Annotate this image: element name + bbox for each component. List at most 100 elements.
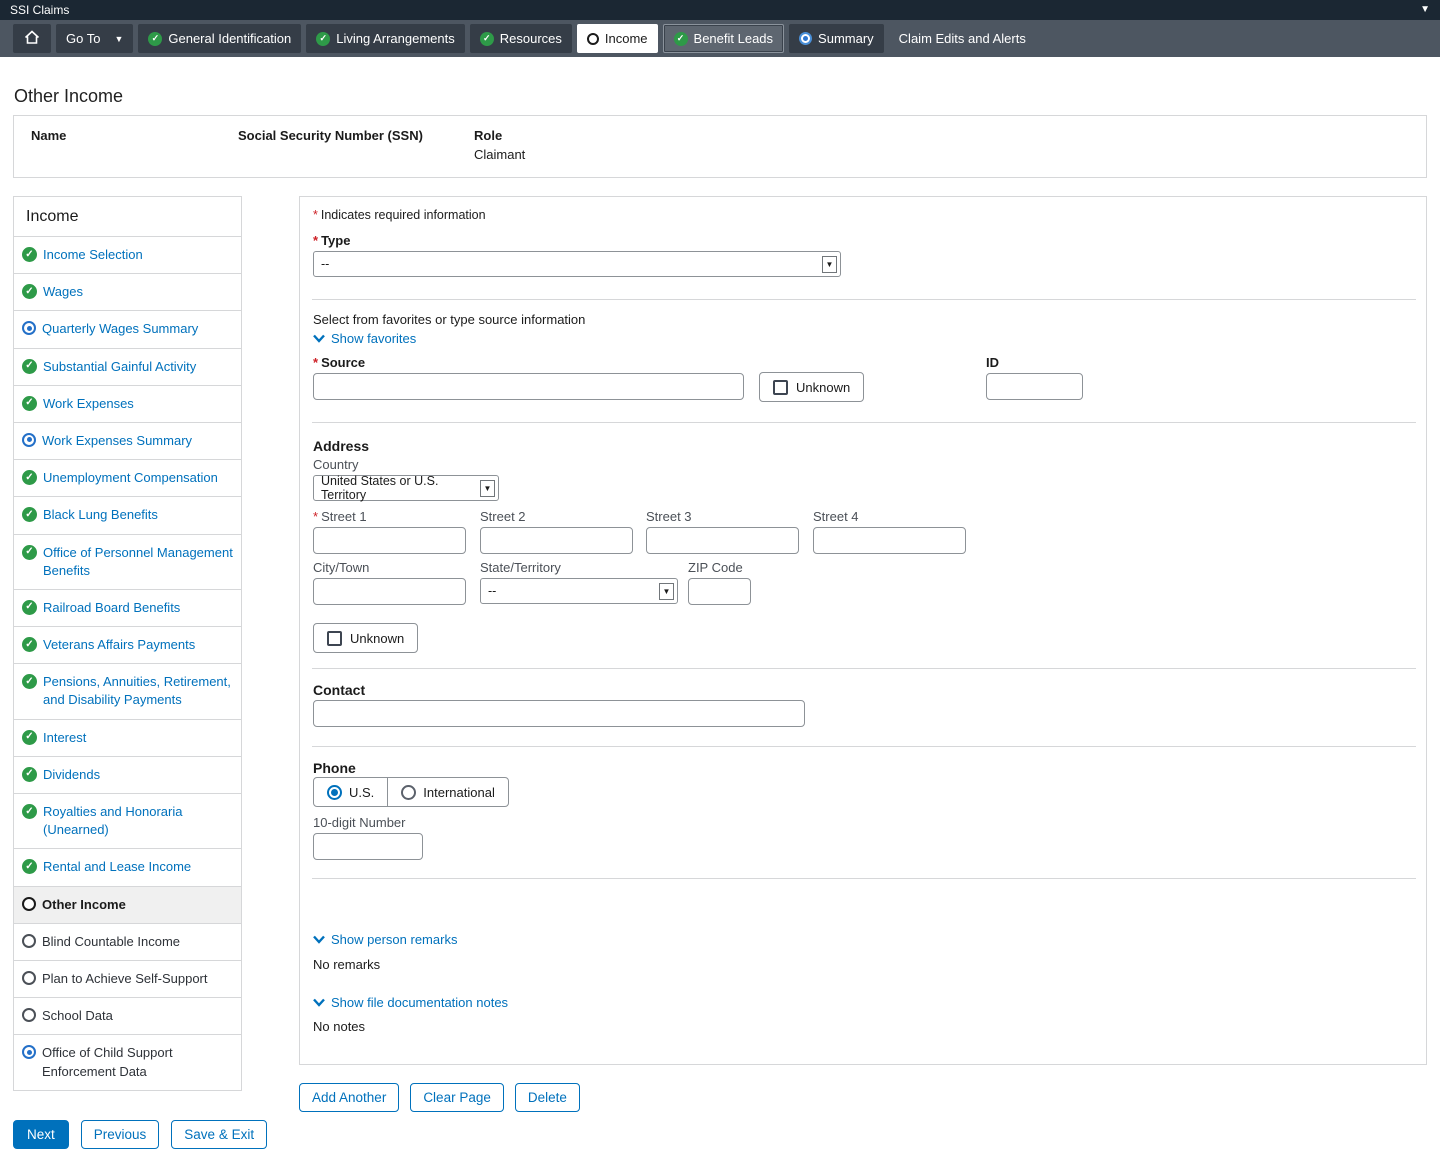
favorites-instruction: Select from favorites or type source inf… [313,312,585,327]
sidebar-item-label: Rental and Lease Income [43,858,191,876]
source-unknown-checkbox[interactable]: Unknown [759,372,864,402]
clear-page-button[interactable]: Clear Page [410,1083,504,1112]
page-title: Other Income [14,86,123,107]
next-button[interactable]: Next [13,1120,69,1149]
street1-input[interactable] [313,527,466,554]
street2-input[interactable] [480,527,633,554]
state-label: State/Territory [480,560,561,575]
check-circle-icon: ✓ [480,32,494,46]
street2-label: Street 2 [480,509,526,524]
sidebar-item-quarterly-wages-summary[interactable]: Quarterly Wages Summary [14,310,241,347]
sidebar-item-unemployment-compensation[interactable]: ✓Unemployment Compensation [14,459,241,496]
country-select[interactable]: United States or U.S. Territory ▼ [313,475,499,501]
circled-dot-icon [22,433,36,447]
circle-outline-icon [587,33,599,45]
check-circle-icon: ✓ [22,674,37,689]
home-button[interactable] [13,24,51,53]
sidebar-item-office-of-personnel-management-benefits[interactable]: ✓Office of Personnel Management Benefits [14,534,241,589]
country-select-value: United States or U.S. Territory [321,474,480,502]
address-unknown-checkbox[interactable]: Unknown [313,623,418,653]
phone-international-radio[interactable]: International [387,778,508,806]
sidebar-item-label: Substantial Gainful Activity [43,358,196,376]
nav-tab-claim-edits-and-alerts[interactable]: Claim Edits and Alerts [889,24,1036,53]
sidebar-item-work-expenses[interactable]: ✓ Work Expenses [14,385,241,422]
person-name-label: Name [31,128,66,143]
sidebar-item-label: Veterans Affairs Payments [43,636,195,654]
sidebar-item-black-lung-benefits[interactable]: ✓ Black Lung Benefits [14,496,241,533]
nav-tab-label: Summary [818,31,874,46]
previous-button[interactable]: Previous [81,1120,160,1149]
phone-us-radio[interactable]: U.S. [314,778,387,806]
sidebar-item-dividends[interactable]: ✓Dividends [14,756,241,793]
sidebar-item-plan-to-achieve-self-support[interactable]: Plan to Achieve Self-Support [14,960,241,997]
type-label: *Type [313,233,350,248]
nav-tab-summary[interactable]: Summary [789,24,884,53]
radio-icon [401,785,416,800]
chevron-down-icon [313,935,325,944]
sidebar-item-wages[interactable]: ✓Wages [14,273,241,310]
show-favorites-link[interactable]: Show favorites [313,331,416,346]
add-another-button[interactable]: Add Another [299,1083,399,1112]
circled-dot-icon [22,1045,36,1059]
sidebar-item-school-data[interactable]: School Data [14,997,241,1034]
phone-number-input[interactable] [313,833,423,860]
street4-input[interactable] [813,527,966,554]
street3-input[interactable] [646,527,799,554]
sidebar-item-label: Black Lung Benefits [43,506,158,524]
phone-type-radiogroup: U.S. International [313,777,509,807]
source-id-label: ID [986,355,999,370]
sidebar-item-blind-countable-income[interactable]: Blind Countable Income [14,923,241,960]
delete-button[interactable]: Delete [515,1083,580,1112]
save-exit-button[interactable]: Save & Exit [171,1120,267,1149]
nav-tab-general-identification[interactable]: ✓General Identification [138,24,301,53]
street1-label: *Street 1 [313,509,367,524]
titlebar-collapse-icon[interactable]: ▼ [1420,5,1430,15]
street4-label: Street 4 [813,509,859,524]
no-remarks-text: No remarks [313,957,380,972]
show-person-remarks-link[interactable]: Show person remarks [313,932,457,947]
sidebar-item-rental-and-lease-income[interactable]: ✓Rental and Lease Income [14,848,241,885]
sidebar-item-label: Other Income [42,896,126,914]
required-note: *Indicates required information [313,208,486,222]
check-circle-icon: ✓ [148,32,162,46]
sidebar-item-income-selection[interactable]: ✓Income Selection [14,236,241,273]
chevron-down-icon: ▼ [480,480,495,497]
sidebar-item-veterans-affairs-payments[interactable]: ✓Veterans Affairs Payments [14,626,241,663]
city-input[interactable] [313,578,466,605]
nav-tab-living-arrangements[interactable]: ✓Living Arrangements [306,24,465,53]
type-select[interactable]: -- ▼ [313,251,841,277]
contact-input[interactable] [313,700,805,727]
nav-tab-label: Claim Edits and Alerts [899,31,1026,46]
goto-button[interactable]: Go To ▼ [56,24,133,53]
nav-tab-benefit-leads[interactable]: ✓Benefit Leads [663,24,785,53]
sidebar-item-railroad-board-benefits[interactable]: ✓Railroad Board Benefits [14,589,241,626]
zip-input[interactable] [688,578,751,605]
nav-tabs: ✓General Identification✓Living Arrangeme… [138,24,1035,53]
street3-label: Street 3 [646,509,692,524]
country-label: Country [313,457,359,472]
sidebar-item-royalties-and-honoraria-unearned[interactable]: ✓Royalties and Honoraria (Unearned) [14,793,241,848]
check-circle-icon: ✓ [22,507,37,522]
divider [312,299,1416,300]
source-input[interactable] [313,373,744,400]
sidebar-item-office-of-child-support-enforcement-data[interactable]: Office of Child Support Enforcement Data [14,1034,241,1089]
no-notes-text: No notes [313,1019,365,1034]
sidebar-item-label: Work Expenses [43,395,134,413]
sidebar-item-work-expenses-summary[interactable]: Work Expenses Summary [14,422,241,459]
nav-tab-resources[interactable]: ✓Resources [470,24,572,53]
sidebar-item-substantial-gainful-activity[interactable]: ✓Substantial Gainful Activity [14,348,241,385]
state-select[interactable]: -- ▼ [480,578,678,604]
sidebar-item-label: Interest [43,729,86,747]
sidebar-item-interest[interactable]: ✓Interest [14,719,241,756]
chevron-down-icon: ▼ [659,583,674,600]
sidebar-item-pensions-annuities-retirement-and-disability-payments[interactable]: ✓Pensions, Annuities, Retirement, and Di… [14,663,241,718]
nav-tab-income[interactable]: Income [577,24,658,53]
person-ssn-label: Social Security Number (SSN) [238,128,423,143]
source-id-input[interactable] [986,373,1083,400]
sidebar-item-other-income[interactable]: Other Income [14,886,241,923]
check-circle-icon: ✓ [22,804,37,819]
show-file-notes-link[interactable]: Show file documentation notes [313,995,508,1010]
check-circle-icon: ✓ [22,396,37,411]
phone-number-label: 10-digit Number [313,815,406,830]
income-sidebar: Income ✓Income Selection✓WagesQuarterly … [13,196,242,1091]
